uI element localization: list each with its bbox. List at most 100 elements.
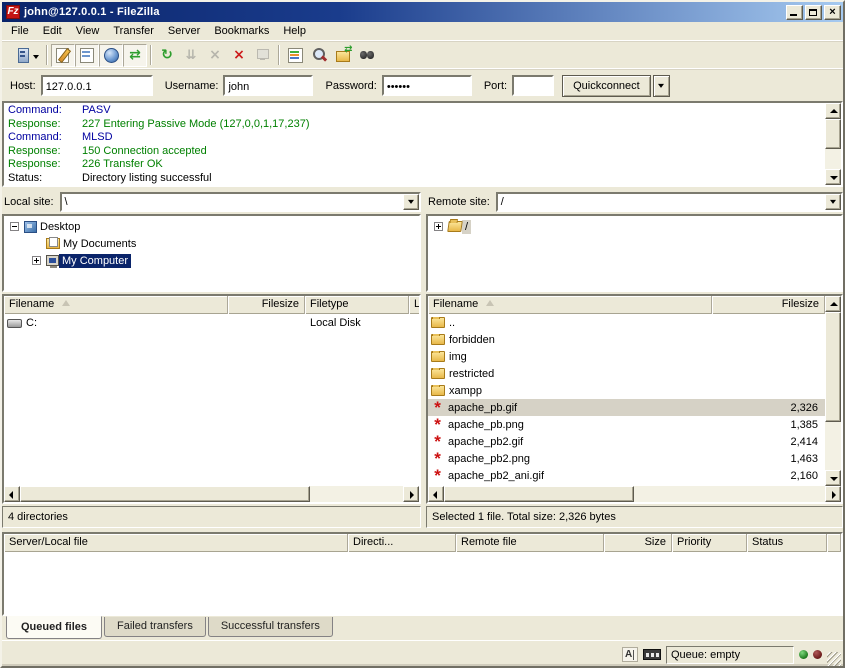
file-name: apache_pb.png [448,419,524,431]
sync-browsing-icon[interactable]: ⇄ [331,44,355,67]
column-header-server-local-file[interactable]: Server/Local file [4,534,348,552]
file-row[interactable]: C:Local Disk [4,314,419,331]
tree-item-my-computer[interactable]: My Computer [4,252,419,269]
column-header-filesize[interactable]: Filesize [228,296,305,314]
file-name-cell: xampp [428,385,712,397]
scroll-left-icon[interactable] [428,486,444,502]
tab-queued-files[interactable]: Queued files [6,616,102,639]
scroll-left-icon[interactable] [4,486,20,502]
expander-plus-icon[interactable] [32,256,41,265]
toggle-transfer-queue-icon[interactable]: ⇄ [123,44,147,67]
disconnect-icon: × [231,47,248,63]
expander-minus-icon[interactable] [10,222,19,231]
filter-icon[interactable] [283,44,307,67]
quickconnect-button[interactable]: Quickconnect [562,75,651,97]
chevron-down-icon[interactable] [825,194,841,210]
tree-item-my-documents[interactable]: My Documents [4,235,419,252]
port-input[interactable] [512,75,554,96]
toggle-message-log-icon[interactable] [51,44,75,67]
toggle-remote-tree-icon[interactable] [99,44,123,67]
column-header-status[interactable]: Status [747,534,827,552]
compare-icon[interactable] [307,44,331,67]
chevron-down-icon[interactable] [403,194,419,210]
file-row[interactable]: xampp [428,382,825,399]
scroll-up-icon[interactable] [825,296,841,312]
menu-item-file[interactable]: File [4,23,36,40]
menu-item-view[interactable]: View [69,23,107,40]
maximize-icon[interactable] [805,5,822,20]
refresh-icon[interactable]: ↻ [155,44,179,67]
toggle-local-tree-icon[interactable] [75,44,99,67]
column-header-l[interactable]: L [409,296,420,314]
file-row[interactable]: forbidden [428,331,825,348]
username-input[interactable] [223,75,313,96]
file-row[interactable]: *apache_pb2.png1,463 [428,450,825,467]
tab-successful-transfers[interactable]: Successful transfers [208,617,333,637]
host-input[interactable] [41,75,153,96]
file-name: apache_pb2_ani.gif [448,470,544,482]
file-type: Local Disk [305,317,409,329]
file-row[interactable]: *apache_pb.gif2,326 [428,399,825,416]
remote-vscrollbar[interactable] [825,296,841,486]
ascii-data-type-icon[interactable] [622,647,638,662]
log-line-text: 150 Connection accepted [82,145,207,159]
menu-item-transfer[interactable]: Transfer [106,23,161,40]
speed-limit-icon[interactable] [643,649,661,660]
column-header-filename[interactable]: Filename [428,296,712,314]
image-file-icon: * [431,401,444,415]
tree-item--[interactable]: / [428,218,841,235]
log-line-text: 227 Entering Passive Mode (127,0,0,1,17,… [82,118,309,132]
quickconnect-bar: Host: Username: Password: Port: Quickcon… [2,69,843,101]
quickconnect-dropdown-icon[interactable] [653,75,670,97]
column-header-priority[interactable]: Priority [672,534,747,552]
resize-grip[interactable] [827,652,841,666]
find-icon[interactable] [355,44,379,67]
file-name-cell: forbidden [428,334,712,346]
site-manager-icon[interactable] [5,44,43,67]
column-header-directi-[interactable]: Directi... [348,534,456,552]
remote-hscrollbar[interactable] [428,486,841,502]
disconnect-icon[interactable]: × [227,44,251,67]
file-name-cell: *apache_pb2.gif [428,435,712,449]
column-header-size[interactable]: Size [604,534,672,552]
local-site-combo[interactable]: \ [60,192,421,212]
scroll-down-icon[interactable] [825,470,841,486]
scroll-down-icon[interactable] [825,169,841,185]
column-header-blank[interactable] [827,534,841,552]
file-row[interactable]: restricted [428,365,825,382]
sort-ascending-icon [486,300,494,306]
password-input[interactable] [382,75,472,96]
scroll-right-icon[interactable] [403,486,419,502]
log-line-label: Command: [8,131,82,145]
local-site-value: \ [62,194,403,210]
image-file-icon: * [431,435,444,449]
log-line-label: Status: [8,172,82,186]
scroll-right-icon[interactable] [825,486,841,502]
file-row[interactable]: *apache_pb2.gif2,414 [428,433,825,450]
column-header-remote-file[interactable]: Remote file [456,534,604,552]
tab-failed-transfers[interactable]: Failed transfers [104,617,206,637]
menu-item-server[interactable]: Server [161,23,207,40]
minimize-icon[interactable] [786,5,803,20]
column-header-filename[interactable]: Filename [4,296,228,314]
menu-item-bookmarks[interactable]: Bookmarks [207,23,276,40]
tree-item-desktop[interactable]: Desktop [4,218,419,235]
scroll-up-icon[interactable] [825,103,841,119]
file-row[interactable]: img [428,348,825,365]
menu-item-help[interactable]: Help [276,23,313,40]
message-log-scrollbar[interactable] [825,103,841,185]
column-header-filesize[interactable]: Filesize [712,296,825,314]
file-row[interactable]: *apache_pb2_ani.gif2,160 [428,467,825,484]
file-row[interactable]: .. [428,314,825,331]
file-row[interactable]: *apache_pb.png1,385 [428,416,825,433]
remote-site-combo[interactable]: / [496,192,843,212]
column-header-filetype[interactable]: Filetype [305,296,409,314]
cancel-icon: × [203,44,227,67]
close-icon[interactable]: × [824,5,841,20]
column-header-label: Filesize [782,298,819,310]
app-icon: Fz [6,5,20,19]
expander-plus-icon[interactable] [434,222,443,231]
menu-item-edit[interactable]: Edit [36,23,69,40]
transfer-queue: Server/Local fileDirecti...Remote fileSi… [2,532,843,616]
local-hscrollbar[interactable] [4,486,419,502]
